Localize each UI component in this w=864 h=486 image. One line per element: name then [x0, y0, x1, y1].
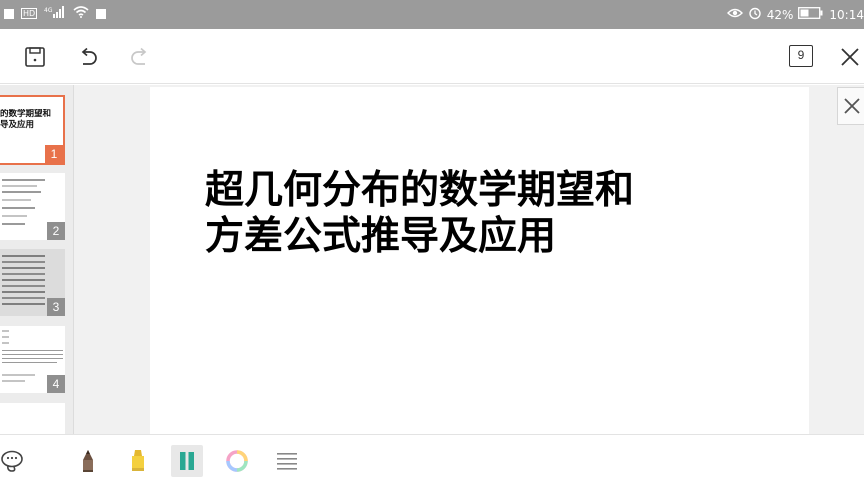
battery-icon — [798, 7, 824, 22]
pen-icon — [83, 450, 93, 472]
lasso-button[interactable] — [0, 445, 28, 477]
thumbnail-title-line: 导及应用 — [0, 120, 35, 130]
thumbnail-number: 3 — [47, 298, 65, 316]
bottom-toolbar — [0, 434, 864, 486]
eraser-button[interactable] — [171, 445, 203, 477]
highlighter-button[interactable] — [122, 445, 154, 477]
menu-lines-icon — [277, 453, 297, 470]
app-frame: HD 4G 42% 10:14 9 的数学期望和 导及应用 1 2 3 4 超几… — [0, 0, 864, 486]
highlighter-icon — [132, 450, 144, 471]
alarm-icon — [748, 6, 762, 23]
signal-icon: 4G — [44, 6, 66, 21]
close-panel-button[interactable] — [837, 87, 864, 125]
slide-thumbnail[interactable]: 4 — [0, 326, 65, 393]
close-button[interactable] — [836, 42, 864, 72]
redo-icon — [131, 47, 147, 65]
close-icon — [844, 98, 860, 114]
menu-button[interactable] — [271, 445, 303, 477]
thumbnail-title: 的数学期望和 导及应用 — [0, 109, 62, 131]
eye-icon — [726, 7, 743, 22]
main-area: 的数学期望和 导及应用 1 2 3 4 超几何分布的数学期望和 方差公式推导及应… — [0, 85, 864, 434]
top-toolbar — [0, 29, 864, 84]
thumbnail-number: 1 — [45, 145, 63, 163]
thumbnail-panel[interactable]: 的数学期望和 导及应用 1 2 3 4 — [0, 85, 74, 434]
color-ring-icon — [226, 450, 248, 472]
save-icon — [25, 47, 45, 67]
wifi-icon — [73, 6, 89, 21]
redo-button[interactable] — [125, 42, 155, 72]
notification-square-icon — [4, 8, 14, 19]
lasso-icon — [1, 450, 23, 472]
color-picker-button[interactable] — [221, 445, 253, 477]
undo-button[interactable] — [73, 42, 103, 72]
undo-icon — [81, 47, 97, 65]
notification-square-icon — [96, 8, 107, 19]
status-bar: HD 4G 42% 10:14 — [0, 0, 864, 29]
slide-title-line: 超几何分布的数学期望和 — [205, 167, 635, 213]
pen-button[interactable] — [72, 445, 104, 477]
status-right: 42% 10:14 — [726, 6, 864, 23]
thumbnail-number: 2 — [47, 222, 65, 240]
clock-time: 10:14 — [829, 7, 864, 22]
hd-icon: HD — [21, 8, 38, 19]
eraser-icon — [180, 452, 194, 470]
slide-thumbnail[interactable]: 的数学期望和 导及应用 1 — [0, 95, 65, 165]
slide-title-line: 方差公式推导及应用 — [205, 213, 557, 259]
thumbnail-number: 4 — [47, 375, 65, 393]
slide-count-button[interactable]: 9 — [789, 45, 813, 67]
slide-thumbnail[interactable] — [0, 403, 65, 434]
thumbnail-title-line: 的数学期望和 — [0, 109, 52, 119]
network-label: 4G — [44, 7, 53, 14]
battery-percent: 42% — [766, 7, 794, 22]
slide-title[interactable]: 超几何分布的数学期望和 方差公式推导及应用 — [205, 167, 765, 259]
close-icon — [841, 48, 859, 66]
status-left: HD 4G — [4, 6, 107, 21]
slide-canvas[interactable]: 超几何分布的数学期望和 方差公式推导及应用 — [150, 87, 809, 434]
slide-thumbnail[interactable]: 3 — [0, 249, 65, 316]
save-button[interactable] — [20, 42, 50, 72]
slide-thumbnail[interactable]: 2 — [0, 173, 65, 240]
